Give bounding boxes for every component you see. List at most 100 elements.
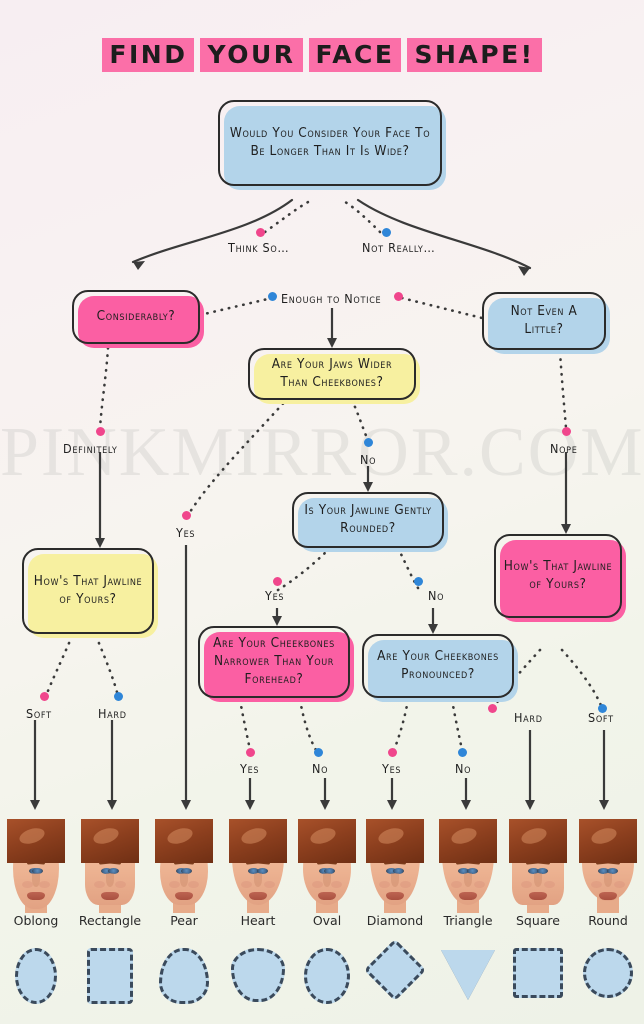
face-shape-label-oblong: Oblong: [13, 913, 59, 928]
question-text: Are Your Cheekbones Pronounced?: [377, 648, 499, 682]
question-text: Are Your Jaws Wider Than Cheekbones?: [271, 356, 393, 390]
hair-highlight: [449, 825, 479, 847]
face-hair: [81, 819, 139, 863]
question-box-jawline-gently-rounded[interactable]: Is Your Jawline Gently Rounded?: [292, 492, 448, 552]
question-text: Is Your Jawline Gently Rounded?: [304, 502, 432, 536]
hair-highlight: [519, 825, 549, 847]
cheek-right: [188, 881, 199, 888]
shape-silhouette-square: [513, 948, 563, 998]
question-text: Are Your Cheekbones Narrower Than Your F…: [213, 635, 335, 687]
title-word-2: YOUR: [200, 38, 303, 72]
nose-icon: [391, 873, 399, 887]
face-illustration-pear: [151, 813, 217, 913]
face-illustration-oval: [294, 813, 360, 913]
cheek-right: [39, 881, 50, 888]
cheek-left: [591, 881, 602, 888]
edge-dot-no-rounded: [414, 577, 423, 586]
face-shape-label-round: Round: [588, 913, 628, 928]
hair-highlight: [17, 825, 47, 847]
edge-dot-no-jaws: [364, 438, 373, 447]
question-text: Considerably?: [96, 308, 176, 325]
face-shape-label-diamond: Diamond: [366, 913, 424, 928]
edge-label-yes-rounded: Yes: [265, 588, 285, 603]
edge-dot-yes-narrower: [246, 748, 255, 757]
edge-label-no-pronounced: No: [455, 761, 472, 776]
edge-label-soft-right: Soft: [588, 710, 614, 725]
lips-icon: [249, 892, 267, 900]
cheek-right: [474, 881, 485, 888]
nose-icon: [254, 873, 262, 887]
lips-icon: [529, 892, 547, 900]
edge-label-nope: Nope: [550, 441, 578, 456]
face-illustration-square: [505, 813, 571, 913]
edge-label-yes-pronounced: Yes: [382, 761, 402, 776]
face-shape-labels: Oblong Rectangle Pear Heart Oval Diamond Trian…: [0, 913, 644, 935]
question-box-longer-than-wide[interactable]: Would You Consider Your Face To Be Longe…: [218, 100, 446, 190]
edge-dot-enough-to-notice-left: [268, 292, 277, 301]
nose-icon: [323, 873, 331, 887]
edge-label-not-really: Not Really…: [362, 240, 436, 255]
edge-dot-not-really: [382, 228, 391, 237]
question-box-cheekbones-narrower[interactable]: Are Your Cheekbones Narrower Than Your F…: [198, 626, 354, 702]
face-hair: [155, 819, 213, 863]
shape-silhouette-diamond: [363, 938, 427, 1002]
question-box-jawline-right[interactable]: How's That Jawline of Yours?: [494, 534, 626, 622]
shape-silhouette-round: [583, 948, 633, 998]
shape-silhouette-triangle: [441, 950, 495, 1000]
face-hair: [366, 819, 424, 863]
edge-dot-hard-right: [488, 704, 497, 713]
shape-silhouette-pear: [159, 948, 209, 1004]
edge-label-hard-left: Hard: [98, 706, 127, 721]
lips-icon: [318, 892, 336, 900]
face-hair: [229, 819, 287, 863]
shape-silhouette-oblong: [15, 948, 57, 1004]
cheek-right: [331, 881, 342, 888]
question-box-jawline-left[interactable]: How's That Jawline of Yours?: [22, 548, 158, 638]
edge-dot-yes-pronounced: [388, 748, 397, 757]
nose-icon: [180, 873, 188, 887]
edge-dot-no-pronounced: [458, 748, 467, 757]
face-shape-label-triangle: Triangle: [443, 913, 493, 928]
edge-dot-enough-to-notice-right: [394, 292, 403, 301]
edge-dot-yes-jaws: [182, 511, 191, 520]
lips-icon: [101, 892, 119, 900]
cheek-left: [169, 881, 180, 888]
cheek-right: [115, 881, 126, 888]
title-word-1: FIND: [102, 38, 195, 72]
face-illustrations: [0, 813, 644, 913]
face-shape-label-rect: Rectangle: [78, 913, 142, 928]
edge-dot-think-so: [256, 228, 265, 237]
face-illustration-triangle: [435, 813, 501, 913]
lips-icon: [599, 892, 617, 900]
cheek-left: [22, 881, 33, 888]
face-illustration-oblong: [3, 813, 69, 913]
nose-icon: [534, 873, 542, 887]
question-box-jaws-wider[interactable]: Are Your Jaws Wider Than Cheekbones?: [248, 348, 420, 404]
shape-silhouette-oval: [304, 948, 350, 1004]
edge-label-yes-narrower: Yes: [240, 761, 260, 776]
edge-label-no-narrower: No: [312, 761, 329, 776]
edge-label-hard-right: Hard: [514, 710, 543, 725]
question-box-not-even-a-little[interactable]: Not Even A Little?: [482, 292, 610, 354]
cheek-left: [94, 881, 105, 888]
title-word-3: FACE: [308, 38, 402, 72]
question-box-cheekbones-pronounced[interactable]: Are Your Cheekbones Pronounced?: [362, 634, 518, 702]
page-title: FIND YOUR FACE SHAPE!: [0, 38, 644, 72]
face-shape-label-pear: Pear: [170, 913, 198, 928]
lips-icon: [27, 892, 45, 900]
edge-dot-yes-rounded: [273, 577, 282, 586]
cheek-right: [264, 881, 275, 888]
hair-highlight: [308, 825, 338, 847]
question-text: How's That Jawline of Yours?: [503, 558, 613, 592]
shape-silhouette-heart: [231, 948, 285, 1002]
lips-icon: [459, 892, 477, 900]
face-illustration-rect: [77, 813, 143, 913]
edge-dot-definitely: [96, 427, 105, 436]
edge-dot-soft-left: [40, 692, 49, 701]
face-hair: [7, 819, 65, 863]
cheek-right: [614, 881, 625, 888]
question-box-considerably[interactable]: Considerably?: [72, 290, 204, 348]
edge-label-yes-jaws: Yes: [176, 525, 196, 540]
nose-icon: [604, 873, 612, 887]
cheek-right: [400, 881, 411, 888]
